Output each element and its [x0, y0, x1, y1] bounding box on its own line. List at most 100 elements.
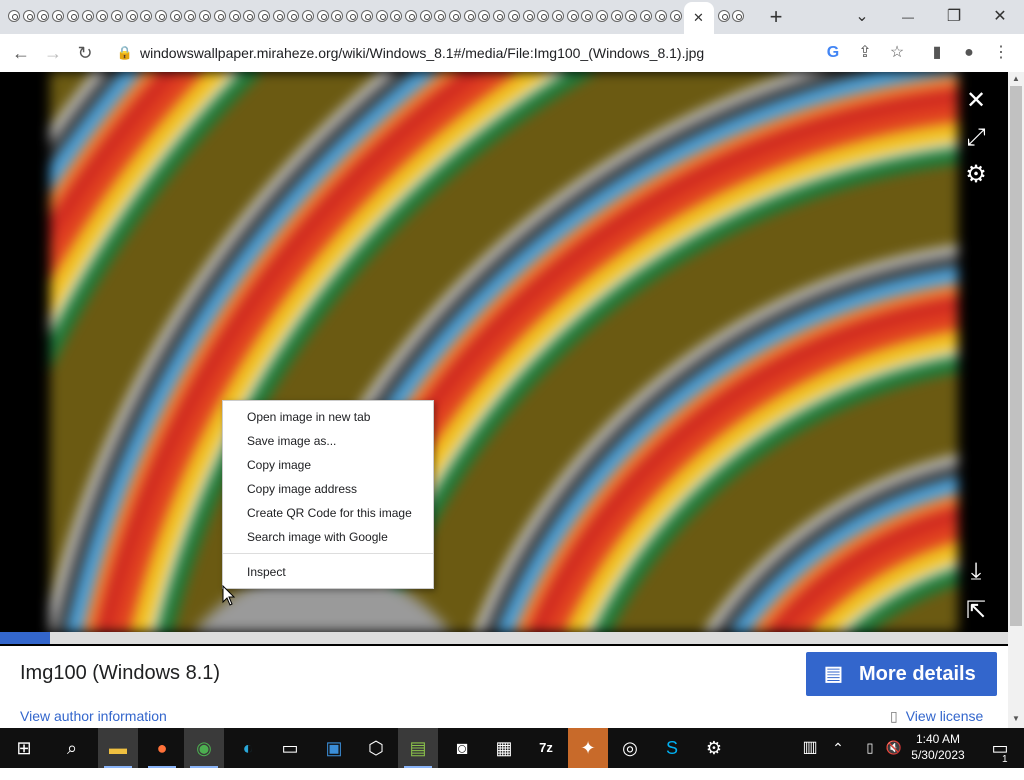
close-window-button[interactable]: ✕ [980, 0, 1020, 34]
notification-icon[interactable]: ▭ 1 [980, 728, 1020, 768]
photos-icon[interactable]: ▣ [314, 728, 354, 768]
tab-favicon[interactable] [155, 6, 168, 28]
tab-favicon[interactable] [22, 6, 36, 28]
tab-favicon[interactable] [272, 6, 286, 28]
tab-favicon[interactable] [331, 6, 344, 28]
tab-favicon[interactable] [81, 6, 95, 28]
firefox-icon[interactable]: ● [142, 728, 182, 768]
active-tab[interactable]: ✕ [684, 2, 714, 34]
restore-button[interactable]: ❐ [934, 0, 974, 34]
tab-favicon[interactable] [110, 6, 124, 28]
edge-icon[interactable]: ◐ [228, 728, 268, 768]
tab-favicon[interactable] [404, 6, 418, 28]
back-icon[interactable]: ← [6, 34, 36, 72]
tab-favicon[interactable] [581, 6, 594, 28]
tab-favicon[interactable] [463, 6, 477, 28]
tab-favicon[interactable] [316, 6, 330, 28]
tab-favicon[interactable] [66, 6, 80, 28]
taskbar-clock[interactable]: 1:40 AM 5/30/2023 [906, 731, 970, 763]
tab-favicon[interactable] [8, 6, 21, 28]
tab-favicon[interactable] [228, 6, 242, 28]
tab-favicon[interactable] [732, 6, 745, 28]
reload-icon[interactable]: ↻ [70, 34, 100, 72]
tab-close-icon[interactable]: ✕ [693, 10, 704, 26]
tab-favicon[interactable] [434, 6, 447, 28]
menu-item-open-new-tab[interactable]: Open image in new tab [247, 407, 370, 427]
3d-viewer-icon[interactable]: ⬡ [356, 728, 396, 768]
camera-icon[interactable]: ◙ [442, 728, 482, 768]
tab-favicon[interactable] [566, 6, 580, 28]
address-bar[interactable]: windowswallpaper.miraheze.org/wiki/Windo… [140, 34, 704, 72]
tab-favicon[interactable] [243, 6, 256, 28]
scroll-down-icon[interactable]: ▼ [1012, 714, 1020, 723]
tab-favicon[interactable] [419, 6, 433, 28]
tab-favicon[interactable] [37, 6, 50, 28]
tab-favicon[interactable] [654, 6, 668, 28]
tab-favicon[interactable] [449, 6, 462, 28]
tab-favicon[interactable] [478, 6, 491, 28]
file-explorer-icon[interactable]: ▬ [98, 728, 138, 768]
network-icon[interactable]: ▯ [860, 728, 880, 768]
tab-favicon[interactable] [375, 6, 389, 28]
more-details-button[interactable]: ▤ More details [806, 652, 997, 696]
tab-favicon[interactable] [184, 6, 197, 28]
profile-icon[interactable]: ● [956, 34, 982, 72]
tab-favicon[interactable] [493, 6, 506, 28]
tab-favicon[interactable] [669, 6, 683, 28]
settings-icon[interactable]: ⚙ [694, 728, 734, 768]
scroll-up-icon[interactable]: ▲ [1012, 74, 1020, 83]
tab-favicon[interactable] [96, 6, 109, 28]
tab-favicon[interactable] [640, 6, 653, 28]
tab-favicon[interactable] [610, 6, 624, 28]
menu-item-qr-code[interactable]: Create QR Code for this image [247, 503, 412, 523]
calendar-icon[interactable]: ▦ [484, 728, 524, 768]
menu-icon[interactable]: ⋮ [988, 34, 1014, 72]
share-icon[interactable]: ⇪ [852, 34, 878, 72]
menu-item-save-image[interactable]: Save image as... [247, 431, 336, 451]
start-icon[interactable]: ⊞ [4, 728, 44, 768]
license-link[interactable]: ▯ View license [890, 708, 983, 725]
tab-favicon[interactable] [125, 6, 139, 28]
tray-chevron-icon[interactable]: ⌃ [828, 728, 848, 768]
news-icon[interactable]: ▥ [790, 728, 830, 768]
app-icon[interactable]: ✦ [568, 728, 608, 768]
menu-item-copy-address[interactable]: Copy image address [247, 479, 357, 499]
google-icon[interactable]: G [820, 34, 846, 72]
tab-favicon[interactable] [302, 6, 315, 28]
menu-item-search-google[interactable]: Search image with Google [247, 527, 388, 547]
new-tab-button[interactable]: + [756, 0, 796, 34]
tab-favicon[interactable] [199, 6, 212, 28]
search-icon[interactable]: ⌕ [52, 728, 92, 768]
share-icon[interactable]: ⇱ [961, 596, 991, 625]
tab-favicon[interactable] [140, 6, 153, 28]
close-icon[interactable]: ✕ [961, 86, 991, 115]
settings-icon[interactable]: ⚙ [961, 160, 991, 189]
menu-item-inspect[interactable]: Inspect [247, 562, 286, 582]
download-icon[interactable]: ⤓ [961, 558, 991, 586]
menu-item-copy-image[interactable]: Copy image [247, 455, 311, 475]
tab-favicon[interactable] [52, 6, 65, 28]
chrome-icon[interactable]: ◉ [184, 728, 224, 768]
tab-favicon[interactable] [625, 6, 638, 28]
minimize-button[interactable]: — [888, 0, 928, 34]
author-info-link[interactable]: View author information [20, 708, 167, 724]
tab-search-button[interactable]: ⌄ [842, 0, 882, 34]
tab-favicon[interactable] [522, 6, 536, 28]
tab-favicon[interactable] [390, 6, 403, 28]
skype-icon[interactable]: S [652, 728, 692, 768]
sidepanel-icon[interactable]: ▮ [924, 34, 950, 72]
tab-favicon[interactable] [537, 6, 550, 28]
tab-favicon[interactable] [287, 6, 300, 28]
tab-favicon[interactable] [718, 6, 731, 28]
vertical-scrollbar[interactable]: ▲ ▼ [1008, 72, 1024, 728]
tab-favicon[interactable] [213, 6, 227, 28]
tab-favicon[interactable] [346, 6, 359, 28]
fullscreen-icon[interactable]: ⤢ [961, 124, 991, 152]
volume-muted-icon[interactable]: 🔇 [884, 728, 904, 768]
tab-favicon[interactable] [169, 6, 183, 28]
notepad-icon[interactable]: ▤ [398, 728, 438, 768]
scrollbar-thumb[interactable] [1010, 86, 1022, 626]
tab-favicon[interactable] [551, 6, 565, 28]
wallpaper-image[interactable] [50, 72, 958, 632]
tab-favicon[interactable] [596, 6, 609, 28]
